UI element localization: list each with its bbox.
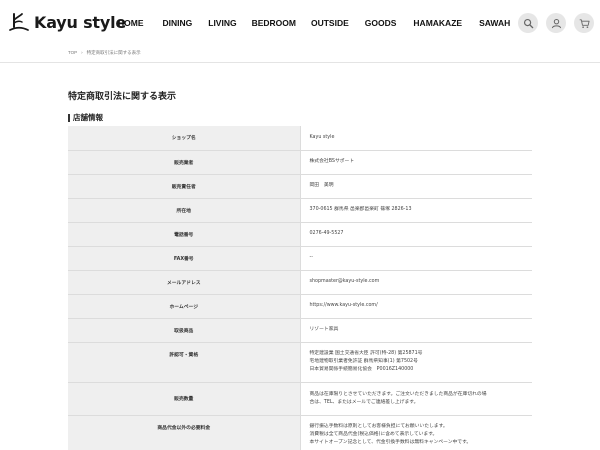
section-heading-text: 店舗情報 (73, 113, 103, 122)
row-value: 株式会社BSサポート (300, 150, 532, 175)
row-value-line: 合は、TEL、またはメールでご連絡差し上げます。 (309, 399, 419, 405)
row-value: shopmaster@kayu-style.com (300, 270, 533, 295)
row-value-line: 日本貿易関係手続簡易化協会 P0016Z140000 (309, 366, 414, 372)
breadcrumb: TOP › 特定商取引法に関する表示 (68, 50, 141, 56)
row-value-line: 消費税は全て商品代金(税込価格)に含めて表示しています。 (309, 431, 438, 437)
kayu-logo-icon (9, 13, 29, 31)
homepage-link[interactable]: https://www.kayu-style.com/ (310, 302, 533, 310)
row-label: 販売数量 (68, 382, 301, 416)
row-label: FAX番号 (68, 246, 301, 271)
nav-item-bedroom[interactable]: BEDROOM (252, 18, 296, 28)
nav-item-outside[interactable]: OUTSIDE (311, 18, 349, 28)
search-icon (523, 18, 533, 28)
row-value-line: 株式会社BSサポート (309, 159, 355, 164)
email-link[interactable]: shopmaster@kayu-style.com (310, 278, 533, 286)
row-value: 銀行振込手数料は原則としてお客様負担にてお願いいたします。 消費税は全て商品代金… (300, 415, 532, 450)
nav-item-sawah[interactable]: SAWAH (479, 18, 510, 28)
table-row: 電話番号 0276-49-5527 (68, 222, 532, 247)
row-label: 販売業者 (68, 150, 301, 175)
nav-item-dining[interactable]: DINING (163, 18, 193, 28)
table-row: ホームページ https://www.kayu-style.com/ (68, 294, 533, 319)
shop-info-table: ショップ名 Kayu style 販売業者 株式会社BSサポート 販売責任者 岡… (68, 126, 532, 450)
row-label: 電話番号 (68, 222, 301, 247)
table-row: 許認可・資格 特定建設業 国土交通省大臣 許可(特-28) 第25871号 宅地… (68, 342, 532, 383)
section-heading-bar (68, 113, 70, 122)
row-label: ホームページ (68, 294, 301, 319)
row-value-line: 銀行振込手数料は原則としてお客様負担にてお願いいたします。 (309, 423, 448, 429)
row-label: ショップ名 (68, 126, 301, 151)
row-value-line: -- (309, 255, 313, 260)
row-value-line: 370-0615 群馬県 邑楽郡邑楽町 篠塚 2826-13 (309, 207, 412, 212)
row-value: Kayu style (300, 126, 532, 151)
nav-item-home[interactable]: HOME (118, 18, 144, 28)
row-value: 岡田 美明 (300, 174, 532, 199)
row-value-line: Kayu style (309, 134, 335, 140)
row-value: リゾート家具 (300, 318, 532, 343)
page-title: 特定商取引法に関する表示 (68, 92, 177, 102)
cart-button[interactable] (574, 13, 594, 33)
row-value: 370-0615 群馬県 邑楽郡邑楽町 篠塚 2826-13 (300, 198, 532, 223)
row-value-line: 岡田 美明 (309, 183, 334, 188)
table-row: 販売数量 商品は在庫限りとさせていただきます。ご注文いただきました商品が在庫切れ… (68, 382, 532, 416)
account-button[interactable] (546, 13, 566, 33)
table-row: メールアドレス shopmaster@kayu-style.com (68, 270, 533, 295)
row-value-line: 0276-49-5527 (309, 231, 344, 236)
row-label: 販売責任者 (68, 174, 301, 199)
row-value-line: 本サイトオープン記念として、代金引換手数料は無料キャンペーン中です。 (309, 439, 472, 445)
table-row: FAX番号 -- (68, 246, 532, 271)
row-value-line: 商品は在庫限りとさせていただきます。ご注文いただきました商品が在庫切れの場 (309, 391, 487, 397)
row-value: 特定建設業 国土交通省大臣 許可(特-28) 第25871号 宅地建物取引業者免… (300, 342, 532, 383)
brand-name: Kayu style (34, 12, 127, 32)
row-value-line: リゾート家具 (309, 327, 339, 332)
table-row: 販売責任者 岡田 美明 (68, 174, 532, 199)
user-icon (551, 18, 561, 28)
cart-icon (579, 18, 590, 28)
header-divider (0, 62, 600, 63)
row-label: 商品代金以外の必要料金 (68, 415, 301, 450)
row-value-line: 宅地建物取引業者免許証 群馬県知事(1) 第7502号 (309, 358, 418, 364)
row-value: -- (300, 246, 532, 271)
header-actions (518, 13, 600, 33)
nav-item-living[interactable]: LIVING (208, 18, 236, 28)
table-row: 商品代金以外の必要料金 銀行振込手数料は原則としてお客様負担にてお願いいたします… (68, 415, 532, 450)
breadcrumb-top-link[interactable]: TOP (68, 50, 77, 56)
row-value: https://www.kayu-style.com/ (300, 294, 533, 319)
row-label: 所在地 (68, 198, 301, 223)
table-row: ショップ名 Kayu style (68, 126, 532, 151)
breadcrumb-separator: › (81, 50, 83, 55)
row-label: 許認可・資格 (68, 342, 301, 383)
row-value: 0276-49-5527 (300, 222, 532, 247)
site-header: Kayu style HOME DINING LIVING BEDROOM OU… (0, 0, 600, 46)
table-row: 取扱商品 リゾート家具 (68, 318, 532, 343)
nav-item-hamakaze[interactable]: HAMAKAZE (413, 18, 462, 28)
search-button[interactable] (518, 13, 538, 33)
breadcrumb-current: 特定商取引法に関する表示 (86, 50, 141, 55)
section-heading: 店舗情報 (68, 112, 103, 123)
row-label: メールアドレス (68, 270, 301, 295)
row-label: 取扱商品 (68, 318, 301, 343)
nav-item-goods[interactable]: GOODS (365, 18, 397, 28)
main-nav: HOME DINING LIVING BEDROOM OUTSIDE GOODS… (118, 18, 510, 28)
table-row: 所在地 370-0615 群馬県 邑楽郡邑楽町 篠塚 2826-13 (68, 198, 532, 223)
brand-logo[interactable]: Kayu style (8, 11, 126, 33)
row-value-line: 特定建設業 国土交通省大臣 許可(特-28) 第25871号 (309, 350, 423, 356)
row-value: 商品は在庫限りとさせていただきます。ご注文いただきました商品が在庫切れの場 合は… (300, 382, 532, 416)
table-row: 販売業者 株式会社BSサポート (68, 150, 532, 175)
